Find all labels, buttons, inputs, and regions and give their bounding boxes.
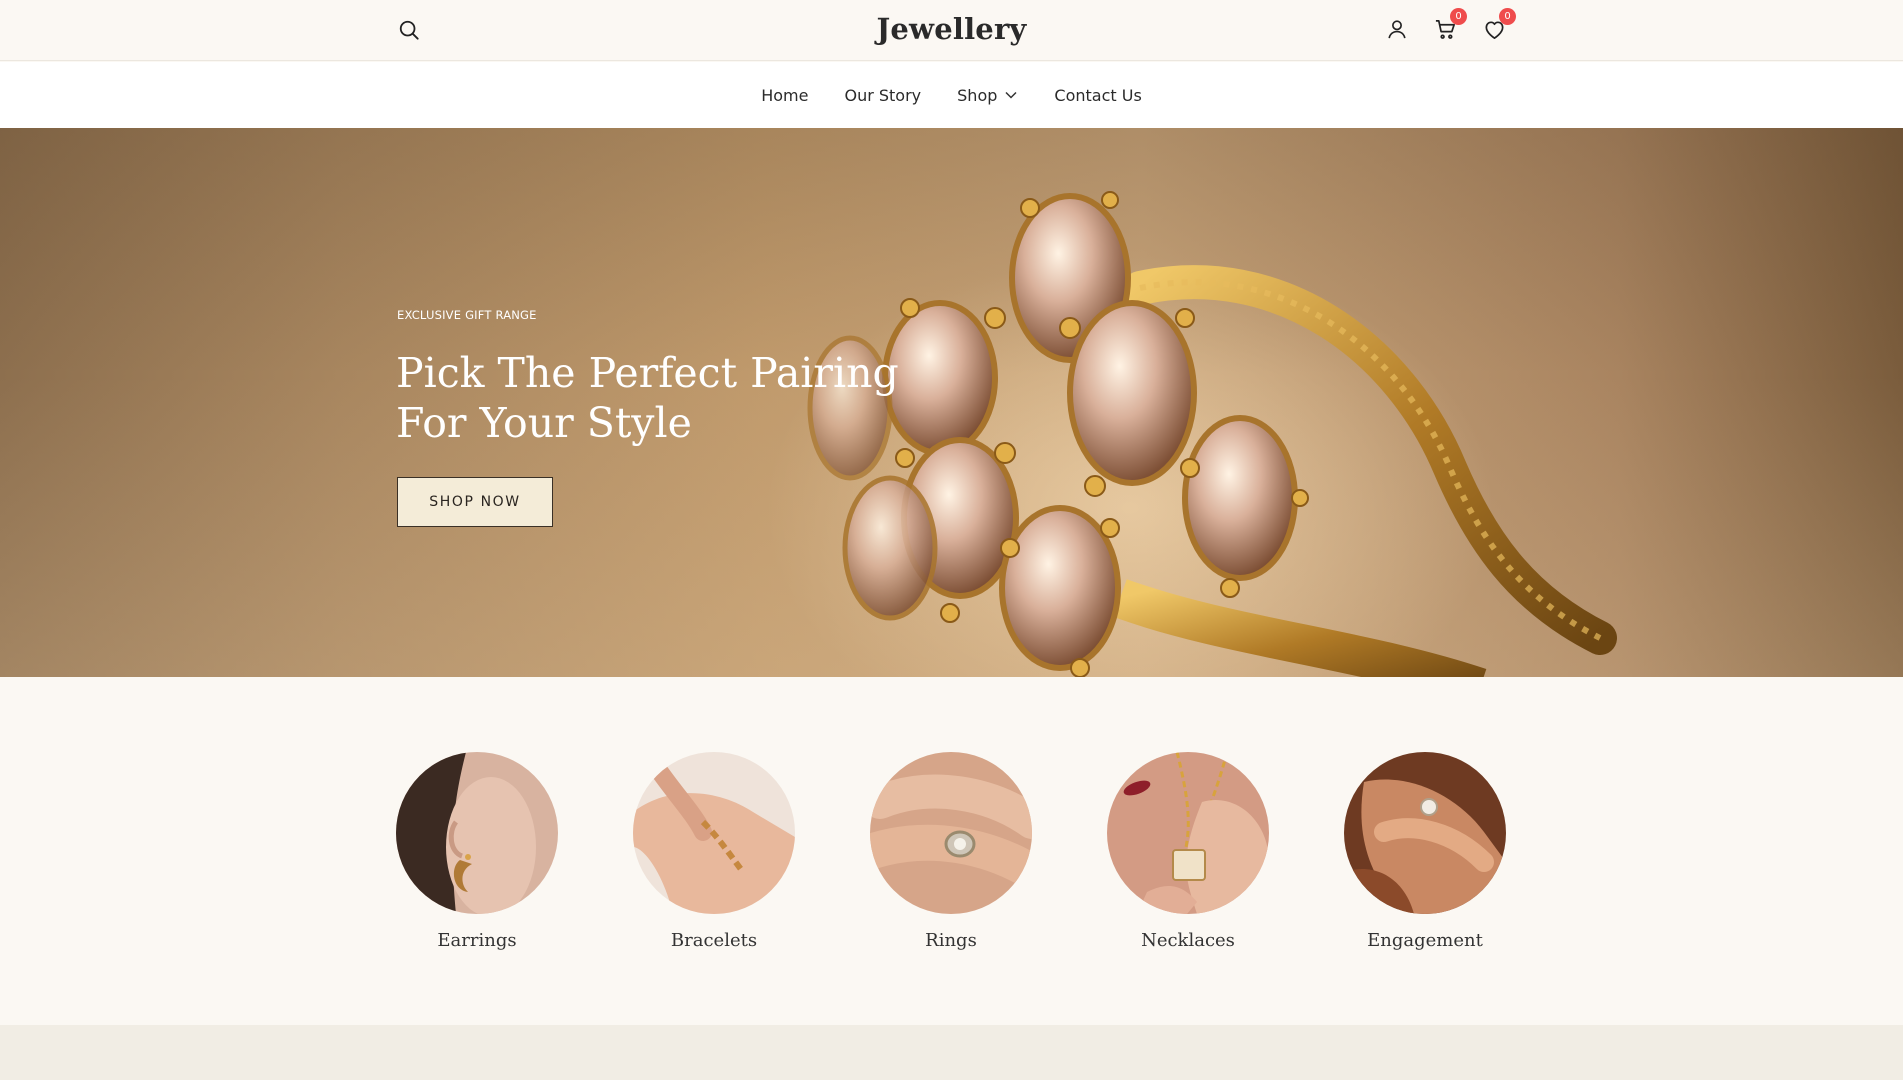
nav-shop-label: Shop <box>957 85 998 105</box>
category-earrings-label: Earrings <box>437 930 517 951</box>
nav-contact-us-label: Contact Us <box>1054 85 1142 105</box>
category-engagement-label: Engagement <box>1367 930 1483 951</box>
category-engagement[interactable]: Engagement <box>1344 752 1506 951</box>
category-bracelets[interactable]: Bracelets <box>633 752 795 951</box>
category-engagement-image[interactable] <box>1344 752 1506 914</box>
site-logo[interactable]: Jewellery <box>0 12 1903 46</box>
category-bracelets-label: Bracelets <box>670 930 758 951</box>
nav-home-label: Home <box>761 85 809 105</box>
nav-our-story-label: Our Story <box>844 85 922 105</box>
account-button[interactable] <box>1382 14 1412 44</box>
user-icon <box>1388 20 1406 39</box>
wishlist-count-badge: 0 <box>1499 8 1516 25</box>
nav-contact-us[interactable]: Contact Us <box>1054 86 1141 105</box>
category-earrings[interactable]: Earrings <box>396 752 558 951</box>
search-icon <box>399 20 419 40</box>
hero-banner: EXCLUSIVE GIFT RANGE Pick The Perfect Pa… <box>0 128 1903 677</box>
category-earrings-image[interactable] <box>396 752 558 914</box>
nav-home[interactable]: Home <box>761 86 808 105</box>
category-necklaces-label: Necklaces <box>1141 930 1235 951</box>
nav-shop[interactable]: Shop <box>957 86 1018 105</box>
wishlist-button[interactable]: 0 <box>1479 8 1516 44</box>
cart-count-badge: 0 <box>1450 8 1467 25</box>
cart-button[interactable]: 0 <box>1430 8 1467 44</box>
main-nav: Home Our Story Shop Contact Us <box>0 62 1903 128</box>
category-necklaces[interactable]: Necklaces <box>1107 752 1269 951</box>
category-rings-label: Rings <box>925 930 977 951</box>
nav-our-story[interactable]: Our Story <box>844 86 921 105</box>
category-rings[interactable]: Rings <box>870 752 1032 951</box>
search-button[interactable] <box>395 16 423 44</box>
category-rings-image[interactable] <box>870 752 1032 914</box>
hero-title: Pick The Perfect Pairing For Your Style <box>396 349 899 447</box>
chevron-down-icon <box>1005 91 1017 99</box>
category-bracelets-image[interactable] <box>633 752 795 914</box>
top-bar: Jewellery 0 0 <box>0 0 1903 61</box>
category-necklaces-image[interactable] <box>1107 752 1269 914</box>
hero-eyebrow: EXCLUSIVE GIFT RANGE <box>397 308 537 322</box>
category-section: Earrings Bracelets Rings Necklaces Engag… <box>0 677 1903 1025</box>
footer-band <box>0 1025 1903 1080</box>
shop-now-button[interactable]: SHOP NOW <box>397 477 553 527</box>
